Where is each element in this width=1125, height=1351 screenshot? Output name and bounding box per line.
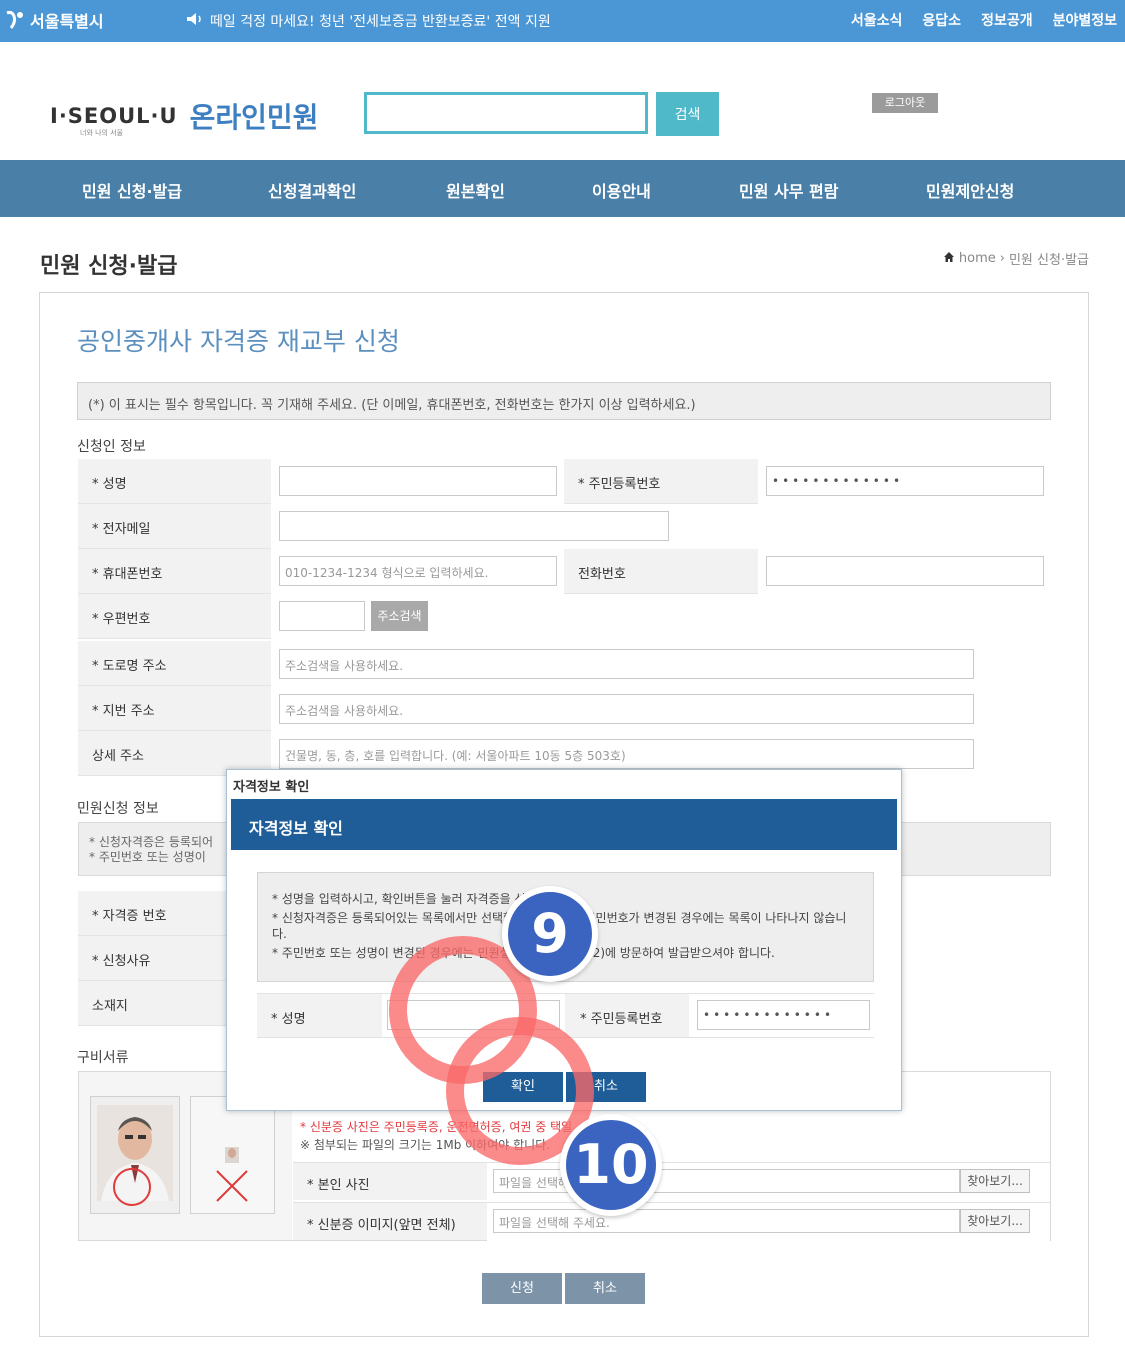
mobile-field[interactable]: 010-1234-1234 형식으로 입력하세요. <box>279 556 557 586</box>
photo-find-button[interactable]: 찾아보기... <box>960 1169 1030 1193</box>
top-link-info[interactable]: 정보공개 <box>981 10 1033 30</box>
logout-button[interactable]: 로그아웃 <box>872 93 938 113</box>
speaker-icon <box>186 12 204 30</box>
step-badge-10: 10 <box>560 1114 662 1216</box>
top-link-response[interactable]: 응답소 <box>922 10 961 30</box>
phone-field[interactable] <box>766 556 1044 586</box>
submit-button[interactable]: 신청 <box>482 1273 562 1304</box>
step-badge-9: 9 <box>502 886 598 982</box>
license-no-label: * 자격증 번호 <box>92 909 167 924</box>
top-bar: 서울특별시 떼일 걱정 마세요! 청년 '전세보증금 반환보증료' 전액 지원 … <box>0 0 1125 42</box>
request-section-label: 민원신청 정보 <box>77 801 159 817</box>
location-label: 소재지 <box>92 999 128 1014</box>
road-address-label: * 도로명 주소 <box>92 659 167 674</box>
email-field[interactable] <box>279 511 669 541</box>
nav-manual[interactable]: 민원 사무 편람 <box>739 178 838 202</box>
photo-file-label: * 본인 사진 <box>307 1178 370 1193</box>
search-button[interactable]: 검색 <box>656 92 719 136</box>
lot-address-label: * 지번 주소 <box>92 704 155 719</box>
rrn-field[interactable]: ••••••••••••• <box>766 466 1044 496</box>
modal-name-label: * 성명 <box>271 1012 306 1027</box>
nav-apply[interactable]: 민원 신청·발급 <box>82 178 182 202</box>
search-input[interactable] <box>364 92 648 134</box>
phone-label: 전화번호 <box>578 567 626 582</box>
nav-proposal[interactable]: 민원제안신청 <box>926 178 1014 202</box>
nav-result[interactable]: 신청결과확인 <box>268 178 356 202</box>
mobile-label: * 휴대폰번호 <box>92 567 163 582</box>
chevron-right-icon: › <box>999 251 1005 266</box>
top-link-news[interactable]: 서울소식 <box>851 10 903 30</box>
brand-logo[interactable]: I·SEOUL·U 너와 나의 서울 온라인민원 <box>50 96 319 137</box>
zipcode-field[interactable] <box>279 601 365 631</box>
brand-title: 온라인민원 <box>189 101 319 134</box>
nav-guide[interactable]: 이용안내 <box>592 178 651 202</box>
detail-address-field[interactable]: 건물명, 동, 층, 호를 입력합니다. (예: 서울아파트 10동 5층 50… <box>279 739 974 769</box>
id-file-input[interactable]: 파일을 선택해 주세요. <box>493 1209 960 1233</box>
address-search-button[interactable]: 주소검색 <box>371 601 428 631</box>
top-link-fields[interactable]: 분야별정보 <box>1053 10 1117 30</box>
iseoulu-logo: I·SEOUL·U 너와 나의 서울 <box>50 104 178 137</box>
breadcrumb-home[interactable]: home <box>959 251 996 266</box>
name-field[interactable] <box>279 466 557 496</box>
docs-section-label: 구비서류 <box>77 1050 129 1066</box>
page-title: 민원 신청·발급 <box>40 254 178 279</box>
road-address-field[interactable]: 주소검색을 사용하세요. <box>279 649 974 679</box>
form-title: 공인중개사 자격증 재교부 신청 <box>77 327 400 356</box>
main-nav: 민원 신청·발급 신청결과확인 원본확인 이용안내 민원 사무 편람 민원제안신… <box>0 160 1125 217</box>
required-note: (*) 이 표시는 필수 항목입니다. 꼭 기재해 주세요. (단 이메일, 휴… <box>77 382 1051 420</box>
seoul-logo[interactable]: 서울특별시 <box>4 8 104 32</box>
seoul-logo-text: 서울특별시 <box>30 12 104 31</box>
sample-photo-wrong <box>190 1096 275 1214</box>
name-label: * 성명 <box>92 477 127 492</box>
rrn-label: * 주민등록번호 <box>578 477 661 492</box>
zipcode-label: * 우편번호 <box>92 612 151 627</box>
notice-text: 떼일 걱정 마세요! 청년 '전세보증금 반환보증료' 전액 지원 <box>210 14 551 30</box>
home-icon <box>943 251 955 267</box>
iseoulu-slogan: 너와 나의 서울 <box>80 129 124 137</box>
notice-banner[interactable]: 떼일 걱정 마세요! 청년 '전세보증금 반환보증료' 전액 지원 <box>186 11 551 31</box>
seoul-logo-icon <box>4 9 26 31</box>
applicant-section-label: 신청인 정보 <box>77 439 146 455</box>
breadcrumb: home › 민원 신청·발급 <box>943 249 1089 268</box>
nav-original[interactable]: 원본확인 <box>446 178 505 202</box>
modal-rrn-field[interactable]: ••••••••••••• <box>697 1000 870 1030</box>
modal-rrn-label: * 주민등록번호 <box>580 1012 663 1027</box>
id-find-button[interactable]: 찾아보기... <box>960 1209 1030 1233</box>
detail-address-label: 상세 주소 <box>92 749 144 764</box>
reason-label: * 신청사유 <box>92 954 151 969</box>
id-file-label: * 신분증 이미지(앞면 전체) <box>307 1218 456 1233</box>
cancel-button[interactable]: 취소 <box>565 1273 645 1304</box>
modal-window-title: 자격정보 확인 <box>233 780 310 795</box>
lot-address-field[interactable]: 주소검색을 사용하세요. <box>279 694 974 724</box>
row-zipcode: * 우편번호 <box>78 594 1051 639</box>
email-label: * 전자메일 <box>92 522 151 537</box>
top-links: 서울소식 응답소 정보공개 분야별정보 <box>851 10 1117 30</box>
breadcrumb-current[interactable]: 민원 신청·발급 <box>1009 249 1089 268</box>
modal-header: 자격정보 확인 <box>231 799 897 850</box>
sample-photo-correct <box>90 1096 180 1214</box>
